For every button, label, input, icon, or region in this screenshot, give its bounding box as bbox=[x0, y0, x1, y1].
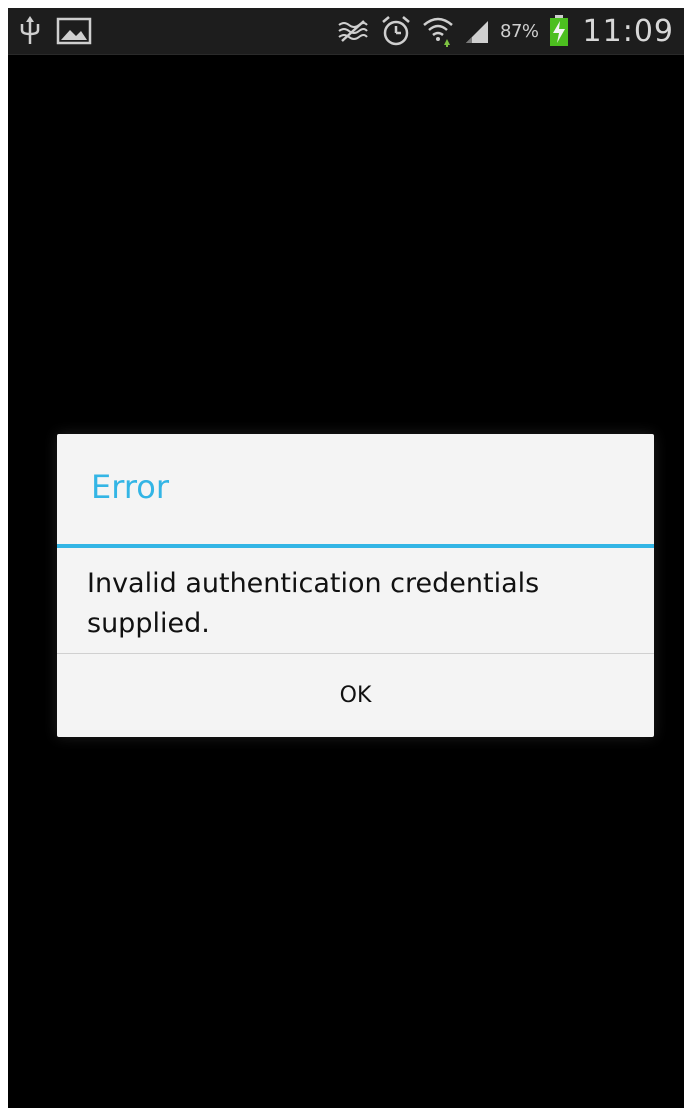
status-bar: 87% 11:09 bbox=[8, 8, 684, 55]
wifi-icon bbox=[422, 15, 454, 47]
dialog-message: Invalid authentication credentials suppl… bbox=[87, 568, 540, 639]
battery-percent: 87% bbox=[500, 20, 539, 42]
ok-button[interactable]: OK bbox=[57, 654, 654, 737]
alarm-icon bbox=[380, 15, 412, 47]
title-divider bbox=[57, 544, 654, 548]
usb-icon bbox=[18, 16, 42, 46]
status-bar-left bbox=[18, 8, 92, 54]
error-dialog: Error Invalid authentication credentials… bbox=[57, 434, 654, 737]
signal-icon bbox=[464, 17, 490, 45]
screen: 87% 11:09 Error Invalid authentication c… bbox=[8, 8, 684, 1108]
battery-charging-icon bbox=[549, 15, 569, 47]
mute-icon bbox=[336, 17, 370, 45]
status-bar-right: 87% 11:09 bbox=[336, 8, 674, 54]
dialog-title: Error bbox=[91, 468, 169, 506]
status-clock: 11:09 bbox=[582, 13, 674, 49]
image-notification-icon bbox=[56, 16, 92, 46]
